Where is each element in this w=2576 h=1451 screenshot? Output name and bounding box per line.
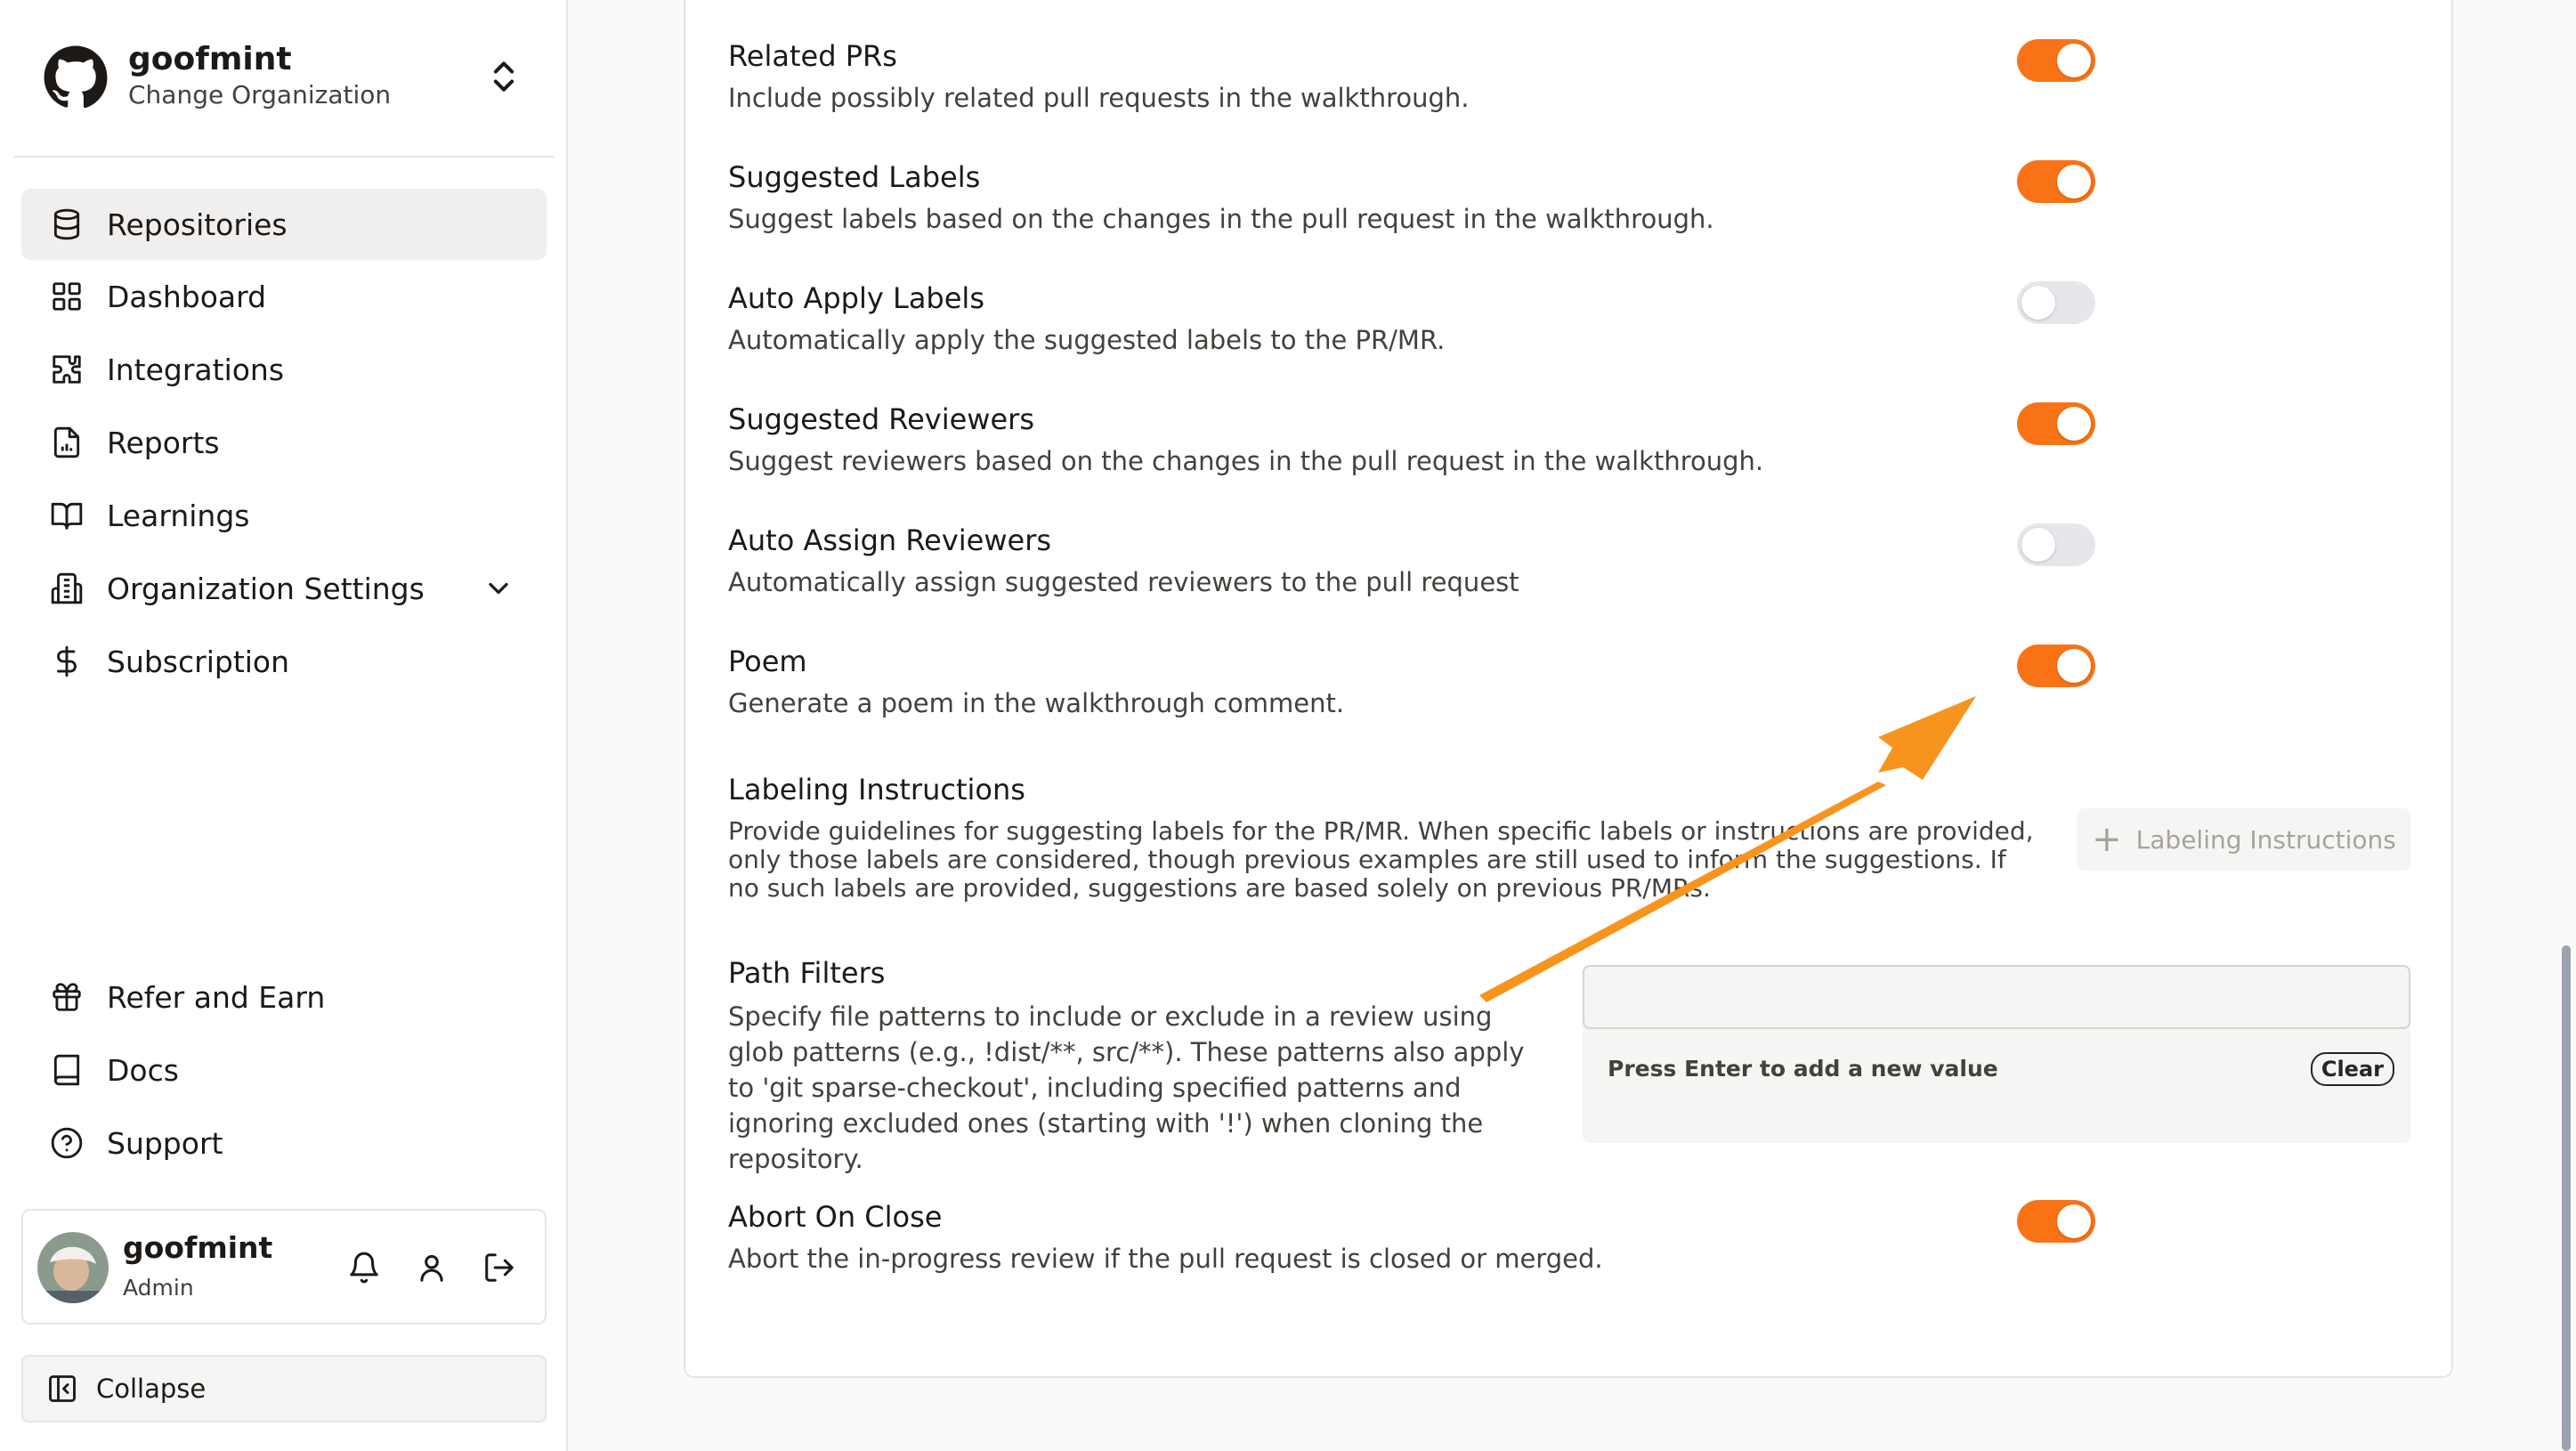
user-name: goofmint	[123, 1230, 273, 1265]
user-role: Admin	[123, 1275, 194, 1301]
setting-description: Specify file patterns to include or excl…	[728, 1001, 1525, 1174]
user-icon[interactable]	[415, 1251, 449, 1285]
add-labeling-instructions-button[interactable]: + Labeling Instructions	[2078, 808, 2410, 871]
sidebar: goofmint Change Organization Repositorie…	[0, 0, 568, 1451]
setting-suggested-reviewers: Suggested Reviewers Suggest reviewers ba…	[728, 402, 1763, 476]
sidebar-item-label: Organization Settings	[107, 571, 425, 606]
github-logo-icon	[44, 45, 108, 109]
setting-description: Generate a poem in the walkthrough comme…	[728, 688, 1345, 718]
toggle-auto-apply-labels[interactable]	[2017, 281, 2095, 324]
setting-description: Abort the in-progress review if the pull…	[728, 1244, 1603, 1274]
setting-abort-on-close: Abort On Close Abort the in-progress rev…	[728, 1200, 1603, 1274]
setting-title: Suggested Labels	[728, 160, 981, 194]
organization-name: goofmint	[128, 41, 292, 77]
setting-title: Auto Assign Reviewers	[728, 523, 1052, 557]
sidebar-item-label: Refer and Earn	[107, 979, 326, 1015]
dollar-icon	[48, 643, 85, 680]
sidebar-item-label: Repositories	[107, 207, 288, 242]
sidebar-item-label: Integrations	[107, 352, 285, 387]
setting-description: Automatically apply the suggested labels…	[728, 325, 1446, 355]
help-icon	[48, 1124, 85, 1162]
building-icon	[48, 570, 85, 607]
database-icon	[48, 206, 85, 243]
setting-title: Suggested Reviewers	[728, 402, 1034, 436]
setting-description: Suggest reviewers based on the changes i…	[728, 446, 1764, 476]
sidebar-item-repositories[interactable]: Repositories	[21, 189, 547, 260]
clear-button[interactable]: Clear	[2310, 1052, 2394, 1086]
setting-title: Auto Apply Labels	[728, 281, 984, 315]
change-organization-label: Change Organization	[128, 80, 392, 109]
collapse-button[interactable]: Collapse	[21, 1355, 547, 1423]
setting-title: Poem	[728, 644, 807, 678]
sidebar-item-docs[interactable]: Docs	[21, 1034, 547, 1106]
sidebar-item-learnings[interactable]: Learnings	[21, 480, 547, 551]
setting-labeling-instructions: Labeling Instructions Provide guidelines…	[728, 773, 2037, 903]
setting-description: Provide guidelines for suggesting labels…	[728, 816, 2034, 903]
gift-icon	[48, 978, 85, 1016]
sidebar-item-reports[interactable]: Reports	[21, 407, 547, 478]
toggle-abort-on-close[interactable]	[2017, 1200, 2095, 1243]
organization-switcher[interactable]: goofmint Change Organization	[43, 41, 523, 109]
setting-title: Labeling Instructions	[728, 773, 1025, 807]
sidebar-item-label: Docs	[107, 1052, 179, 1088]
toggle-suggested-reviewers[interactable]	[2017, 402, 2095, 445]
sidebar-item-label: Support	[107, 1125, 223, 1161]
collapse-label: Collapse	[96, 1374, 207, 1404]
toggle-suggested-labels[interactable]	[2017, 160, 2095, 203]
book-icon	[48, 1051, 85, 1089]
setting-description: Automatically assign suggested reviewers…	[728, 567, 1519, 597]
chevron-down-icon[interactable]	[482, 572, 514, 604]
puzzle-icon	[48, 351, 85, 388]
sidebar-item-organization-settings[interactable]: Organization Settings	[21, 553, 547, 624]
logout-icon[interactable]	[482, 1251, 516, 1285]
setting-auto-assign-reviewers: Auto Assign Reviewers Automatically assi…	[728, 523, 1519, 597]
sidebar-item-label: Dashboard	[107, 279, 267, 314]
setting-title: Abort On Close	[728, 1200, 943, 1234]
scrollbar[interactable]	[2562, 945, 2571, 1451]
sidebar-item-label: Subscription	[107, 644, 290, 679]
setting-description: Include possibly related pull requests i…	[728, 83, 1470, 113]
chevron-up-down-icon[interactable]	[484, 57, 523, 96]
setting-description: Suggest labels based on the changes in t…	[728, 204, 1714, 234]
sidebar-item-support[interactable]: Support	[21, 1107, 547, 1179]
bell-icon[interactable]	[347, 1251, 381, 1285]
sidebar-item-integrations[interactable]: Integrations	[21, 334, 547, 405]
grid-icon	[48, 278, 85, 315]
setting-path-filters: Path Filters Specify file patterns to in…	[728, 956, 1529, 1177]
add-labeling-instructions-label: Labeling Instructions	[2135, 824, 2396, 855]
setting-related-prs: Related PRs Include possibly related pul…	[728, 39, 1470, 113]
setting-poem: Poem Generate a poem in the walkthrough …	[728, 644, 1344, 718]
path-filters-hint: Press Enter to add a new value	[1608, 1056, 1998, 1082]
sidebar-divider	[14, 156, 554, 158]
user-card: goofmint Admin	[21, 1209, 547, 1325]
avatar[interactable]	[37, 1232, 109, 1303]
path-filters-field: Press Enter to add a new value Clear	[1583, 965, 2410, 1143]
panel-collapse-icon	[49, 1375, 76, 1402]
sidebar-item-label: Learnings	[107, 498, 250, 533]
sidebar-item-label: Reports	[107, 425, 220, 460]
setting-suggested-labels: Suggested Labels Suggest labels based on…	[728, 160, 1714, 234]
book-open-icon	[48, 497, 85, 534]
sidebar-item-dashboard[interactable]: Dashboard	[21, 261, 547, 332]
sidebar-item-subscription[interactable]: Subscription	[21, 626, 547, 697]
setting-title: Related PRs	[728, 39, 897, 73]
toggle-poem[interactable]	[2017, 644, 2095, 687]
setting-title: Path Filters	[728, 956, 886, 990]
plus-icon: +	[2092, 819, 2122, 860]
report-icon	[48, 424, 85, 461]
toggle-related-prs[interactable]	[2017, 39, 2095, 82]
setting-auto-apply-labels: Auto Apply Labels Automatically apply th…	[728, 281, 1445, 355]
toggle-auto-assign-reviewers[interactable]	[2017, 523, 2095, 566]
path-filters-input[interactable]	[1583, 965, 2410, 1029]
sidebar-item-refer-and-earn[interactable]: Refer and Earn	[21, 961, 547, 1033]
